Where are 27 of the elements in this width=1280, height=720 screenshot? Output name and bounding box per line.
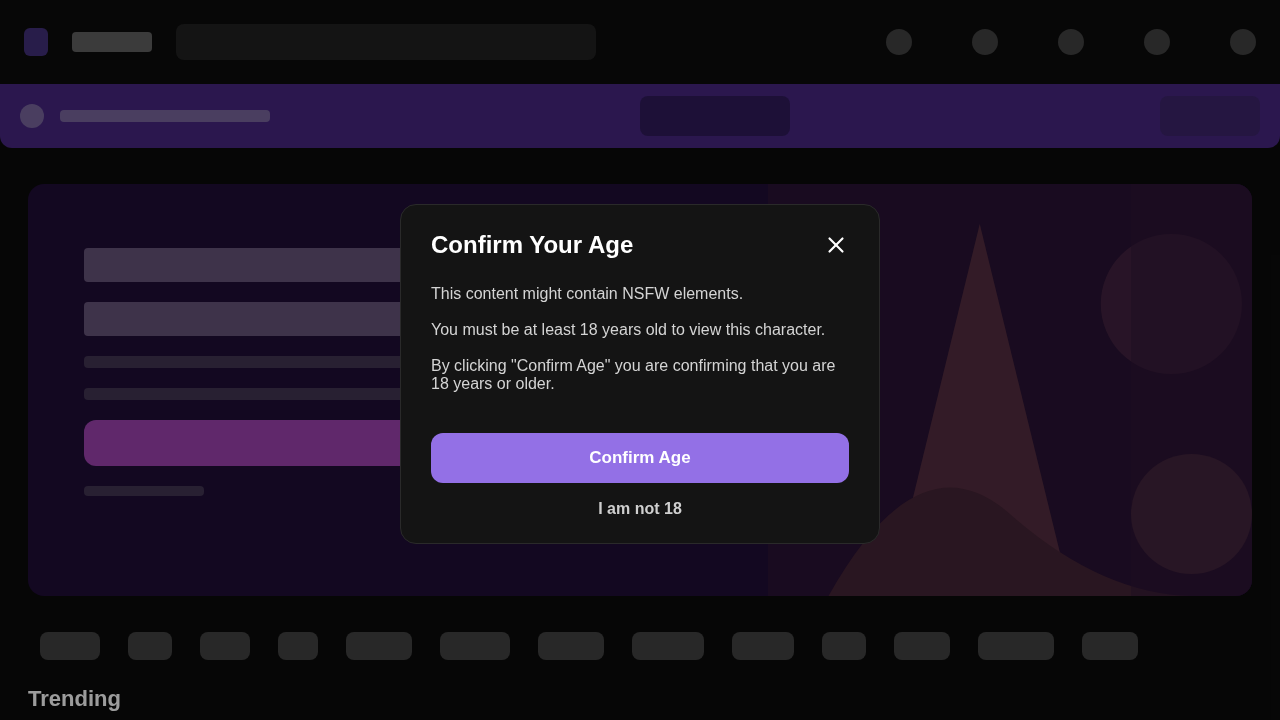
nav-icon[interactable]	[886, 29, 912, 55]
category-chip[interactable]	[128, 632, 172, 660]
category-chip[interactable]	[200, 632, 250, 660]
category-chip[interactable]	[822, 632, 866, 660]
dialog-text: This content might contain NSFW elements.	[431, 285, 745, 303]
category-chip[interactable]	[632, 632, 704, 660]
dialog-text: You must be at least 18 years old to view this character.	[431, 321, 827, 339]
category-chip[interactable]	[894, 632, 950, 660]
nav-icon[interactable]	[1058, 29, 1084, 55]
dialog-title: Confirm Your Age	[431, 230, 634, 260]
nav-icon[interactable]	[1144, 29, 1170, 55]
dialog-text: By clicking "Confirm Age" you are confirming that you are 18 years or older.	[431, 357, 837, 393]
logo-icon	[24, 28, 48, 56]
confirm-button[interactable]: Confirm Age	[431, 433, 849, 483]
category-chip[interactable]	[278, 632, 318, 660]
category-chip[interactable]	[1082, 632, 1138, 660]
category-chip[interactable]	[346, 632, 412, 660]
category-chip[interactable]	[732, 632, 794, 660]
category-chip[interactable]	[538, 632, 604, 660]
nav-icon[interactable]	[1230, 29, 1256, 55]
section-heading: Trending	[27, 688, 122, 710]
promo-icon	[20, 104, 44, 128]
category-chip[interactable]	[440, 632, 510, 660]
category-chip[interactable]	[978, 632, 1054, 660]
category-chip[interactable]	[40, 632, 100, 660]
decline-button[interactable]: I am not 18	[598, 497, 682, 521]
nav-icon[interactable]	[972, 29, 998, 55]
